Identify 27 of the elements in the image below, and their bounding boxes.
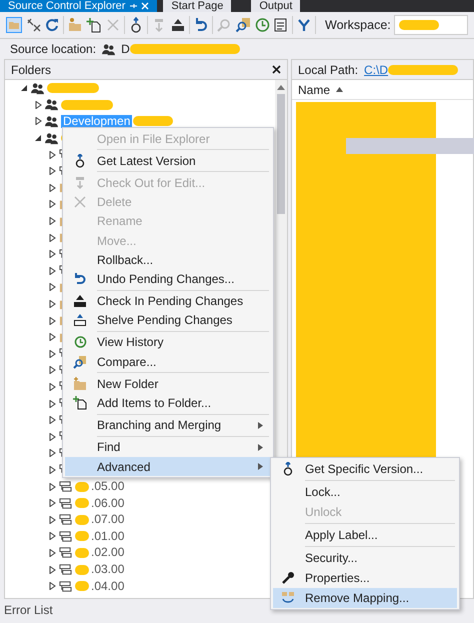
menu-item[interactable]: Remove Mapping... (273, 588, 457, 608)
tree-item[interactable]: .05.00 (89, 480, 126, 494)
tree-item[interactable]: .01.00 (89, 530, 126, 543)
tree-item[interactable]: .02.00 (89, 546, 126, 560)
tree-item[interactable]: .07.00 (89, 513, 126, 526)
menu-item[interactable]: Compare... (65, 352, 271, 372)
workspace-label: Workspace: (325, 18, 391, 32)
document-tab[interactable]: Source Control Explorer (0, 0, 158, 12)
menu-item[interactable]: Properties... (273, 568, 457, 588)
source-location-value: D (121, 42, 130, 56)
document-tab[interactable]: Start Page (163, 0, 232, 12)
error-list-tab[interactable]: Error List (4, 603, 53, 617)
menu-item[interactable]: Rollback... (65, 250, 271, 270)
document-tab[interactable]: Output (251, 0, 300, 12)
menu-item[interactable]: Shelve Pending Changes (65, 310, 271, 330)
tree-item[interactable]: .04.00 (89, 580, 126, 593)
tree-item[interactable]: .03.00 (89, 563, 126, 576)
column-header[interactable]: Name (298, 82, 330, 96)
local-path-link[interactable]: C:\D (364, 62, 388, 76)
panel-title: Folders (11, 62, 52, 76)
menu-item[interactable]: Undo Pending Changes... (65, 269, 271, 288)
source-location-label: Source location: (10, 42, 96, 56)
menu-item[interactable]: Advanced (65, 457, 271, 476)
menu-item[interactable]: Add Items to Folder... (65, 393, 271, 413)
menu-item[interactable]: Get Specific Version... (273, 459, 457, 479)
local-path-label: Local Path: (298, 62, 358, 76)
tree-item[interactable]: .06.00 (89, 496, 126, 510)
